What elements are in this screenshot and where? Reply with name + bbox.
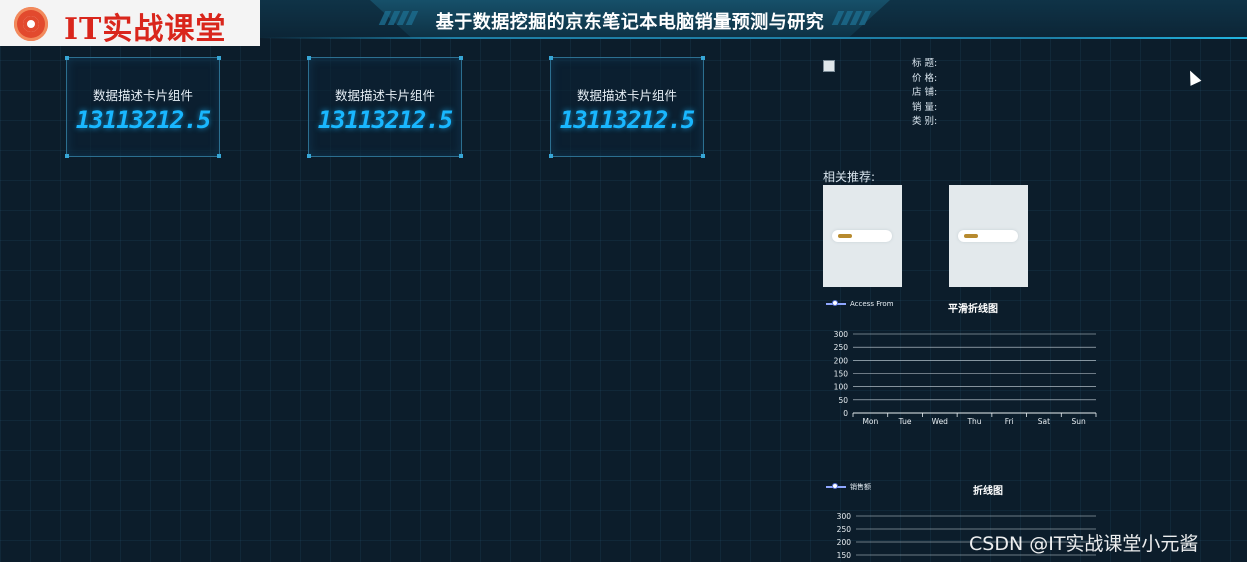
detail-field-shop: 店 铺: (912, 87, 938, 98)
y-tick-label: 0 (843, 409, 848, 418)
detail-field-price: 价 格: (912, 72, 938, 84)
x-tick-label: Tue (898, 417, 912, 426)
x-tick-label: Fri (1005, 417, 1014, 426)
detail-field-sales: 销 量: (912, 101, 938, 113)
x-tick-label: Mon (862, 417, 878, 426)
y-tick-label: 250 (834, 343, 849, 352)
y-tick-label: 300 (834, 330, 849, 339)
header-underline (260, 37, 1247, 39)
y-tick-label: 150 (837, 551, 852, 560)
card-title: 数据描述卡片组件 (576, 88, 677, 103)
product-detail-list: 标 题: 价 格: 店 铺: 销 量: 类 别: (912, 57, 937, 130)
y-tick-label: 150 (834, 370, 849, 379)
recommend-item-1[interactable] (823, 185, 902, 287)
product-image-broken (823, 60, 835, 72)
card-title: 数据描述卡片组件 (92, 88, 193, 103)
y-tick-label: 250 (837, 525, 852, 534)
x-tick-label: Wed (932, 417, 949, 426)
y-tick-label: 300 (837, 512, 852, 521)
recommend-title: 相关推荐: (823, 170, 876, 184)
logo-text: IT实战课堂 (64, 12, 227, 47)
y-tick-label: 200 (837, 538, 852, 547)
smooth-line-chart: Access From 平滑折线图 0 50 100 150 200 250 300 Mon T… (818, 296, 1108, 431)
x-tick-label: Thu (966, 417, 981, 426)
card-title: 数据描述卡片组件 (334, 88, 435, 103)
x-tick-label: Sun (1072, 417, 1087, 426)
data-card-2: 数据描述卡片组件 13113212.5 (307, 56, 463, 158)
detail-field-category: 类 别: (912, 116, 938, 127)
watermark: CSDN @IT实战课堂小元酱 (969, 533, 1199, 555)
y-tick-label: 200 (834, 356, 849, 365)
product-thumbnail (958, 230, 1018, 242)
detail-field-title: 标 题: (912, 58, 938, 69)
chart-plot: 0 50 100 150 200 250 300 Mon Tue Wed Thu Fri Sat Sun (834, 330, 1097, 426)
y-tick-label: 100 (834, 383, 849, 392)
data-card-3: 数据描述卡片组件 13113212.5 (549, 56, 705, 158)
mouse-cursor-icon (1184, 68, 1202, 86)
x-tick-label: Sat (1038, 417, 1050, 426)
logo: IT实战课堂 (0, 0, 260, 47)
page-title: 基于数据挖掘的京东笔记本电脑销量预测与研究 (435, 12, 825, 33)
product-thumbnail (832, 230, 892, 242)
logo-icon (14, 7, 48, 41)
data-card-1: 数据描述卡片组件 13113212.5 (65, 56, 221, 158)
recommend-item-2[interactable] (949, 185, 1028, 287)
card-value: 13113212.5 (559, 106, 696, 134)
card-value: 13113212.5 (75, 106, 212, 134)
card-value: 13113212.5 (317, 106, 454, 134)
y-tick-label: 50 (838, 396, 848, 405)
header: 基于数据挖掘的京东笔记本电脑销量预测与研究 IT实战课堂 (0, 0, 1247, 47)
